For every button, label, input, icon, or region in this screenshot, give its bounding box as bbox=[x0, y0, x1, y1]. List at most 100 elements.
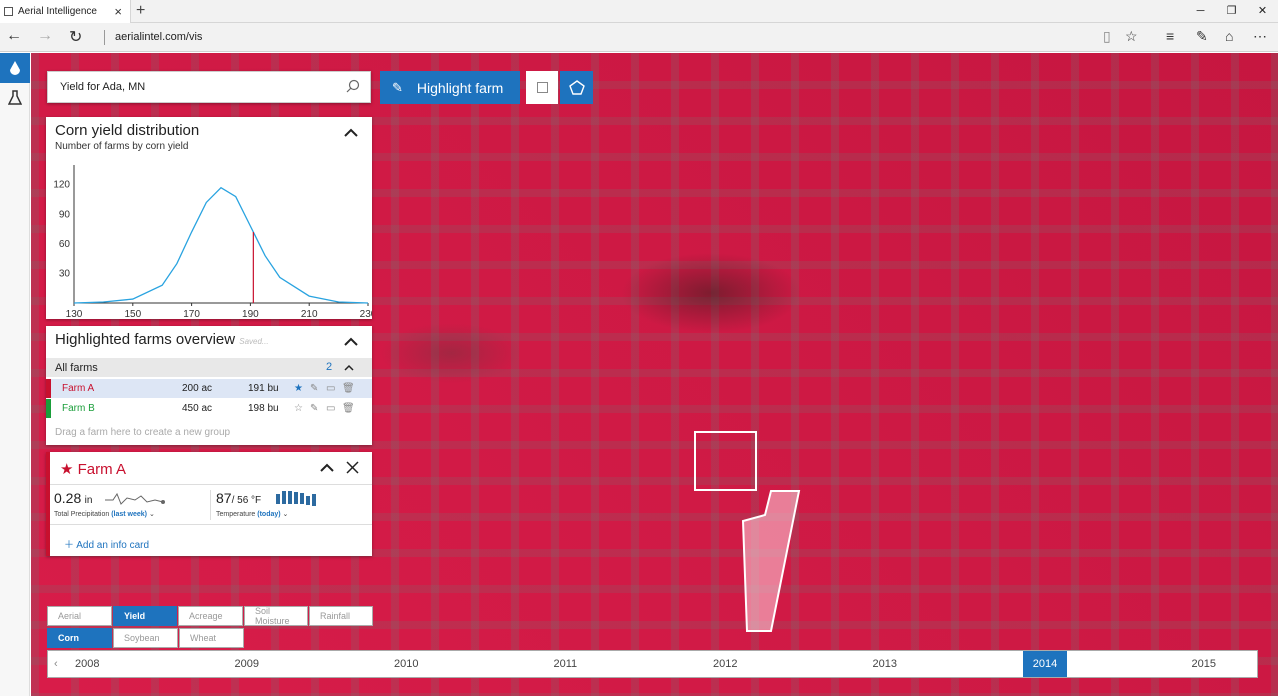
drag-hint[interactable]: Drag a farm here to create a new group bbox=[55, 427, 230, 438]
timeline-prev-icon[interactable]: ‹ bbox=[54, 651, 58, 677]
add-info-card-button[interactable]: ＋ Add an info card bbox=[64, 536, 149, 551]
search-query: Yield for Ada, MN bbox=[60, 81, 146, 93]
year-timeline[interactable]: ‹ 2008 2009 2010 2011 2012 2013 2014 2015 bbox=[47, 650, 1258, 678]
group-header[interactable]: All farms 2 bbox=[46, 358, 372, 377]
x-tick-label: 130 bbox=[66, 309, 83, 319]
y-tick-label: 120 bbox=[53, 180, 70, 191]
layer-yield-button[interactable]: Yield bbox=[113, 606, 177, 626]
left-rail bbox=[0, 53, 30, 696]
yield-chart: 130 150 170 190 210 230 30 60 90 120 bbox=[53, 165, 372, 319]
close-icon[interactable] bbox=[346, 461, 359, 474]
rail-map-button[interactable] bbox=[0, 53, 30, 83]
collapse-chevron-icon[interactable] bbox=[344, 337, 358, 347]
temperature-stat[interactable]: 87/ 56 °F Temperature (today) ⌄ bbox=[216, 490, 288, 518]
year-2015[interactable]: 2015 bbox=[1192, 651, 1216, 677]
year-2011[interactable]: 2011 bbox=[554, 651, 578, 677]
maximize-icon[interactable]: ❐ bbox=[1216, 0, 1247, 23]
address-bar[interactable]: aerialintel.com/vis bbox=[115, 31, 202, 43]
temp-label: Temperature (today) ⌄ bbox=[216, 511, 289, 518]
divider bbox=[50, 524, 372, 525]
layer-rainfall-button[interactable]: Rainfall bbox=[309, 606, 373, 626]
crop-wheat-button[interactable]: Wheat bbox=[179, 628, 244, 648]
search-input[interactable]: Yield for Ada, MN bbox=[47, 71, 371, 103]
rail-lab-button[interactable] bbox=[0, 83, 30, 113]
layer-soil-moisture-button[interactable]: Soil Moisture bbox=[244, 606, 308, 626]
farm-yield: 191 bu bbox=[248, 383, 279, 394]
farm-row[interactable]: Farm A 200 ac 191 bu ★ ✎ ▭ 🗑 bbox=[46, 379, 372, 398]
rename-icon[interactable]: ▭ bbox=[326, 383, 342, 394]
year-2012[interactable]: 2012 bbox=[713, 651, 737, 677]
year-2009[interactable]: 2009 bbox=[235, 651, 259, 677]
precip-value: 0.28 bbox=[54, 490, 82, 506]
farm-acres: 450 ac bbox=[182, 403, 213, 414]
edit-icon[interactable]: ✎ bbox=[310, 383, 326, 394]
group-label: All farms bbox=[55, 362, 98, 374]
browser-tab[interactable]: Aerial Intelligence × bbox=[0, 0, 131, 23]
precipitation-stat[interactable]: 0.28 in Total Precipitation (last week) … bbox=[54, 490, 155, 518]
farm-name: Farm A bbox=[62, 383, 95, 394]
window-controls: ─ ❐ ✕ bbox=[1185, 0, 1278, 23]
x-tick-label: 150 bbox=[124, 309, 141, 319]
farm-a-outline[interactable] bbox=[694, 431, 757, 491]
refresh-icon[interactable]: ↻ bbox=[69, 27, 82, 47]
crop-corn-button[interactable]: Corn bbox=[47, 628, 112, 648]
group-count: 2 bbox=[326, 361, 333, 373]
layer-acreage-button[interactable]: Acreage bbox=[178, 606, 243, 626]
year-2008[interactable]: 2008 bbox=[75, 651, 99, 677]
farm-b-outline[interactable] bbox=[731, 483, 811, 638]
overview-title: Highlighted farms overview Saved... bbox=[55, 331, 269, 348]
x-tick-label: 230 bbox=[360, 309, 372, 319]
farm-row[interactable]: Farm B 450 ac 198 bu ☆ ✎ ▭ 🗑 bbox=[46, 399, 372, 418]
farm-a-card: ★ Farm A 0.28 in Total Precipitation (la… bbox=[46, 452, 372, 556]
forward-icon[interactable]: → bbox=[37, 27, 53, 45]
highlight-farm-button[interactable]: ✎ Highlight farm bbox=[380, 71, 520, 104]
flask-icon bbox=[8, 90, 22, 105]
layer-aerial-button[interactable]: Aerial bbox=[47, 606, 112, 626]
group-chevron-icon[interactable] bbox=[344, 364, 354, 371]
reading-view-icon[interactable]: ▯ bbox=[1103, 28, 1111, 45]
web-note-icon[interactable]: ✎ bbox=[1196, 28, 1208, 45]
collapse-chevron-icon[interactable] bbox=[344, 128, 358, 138]
divider bbox=[104, 30, 105, 45]
farm-card-title: ★ Farm A bbox=[60, 461, 126, 478]
farm-acres: 200 ac bbox=[182, 383, 213, 394]
temperature-bars bbox=[276, 491, 316, 506]
favorite-star-icon[interactable]: ☆ bbox=[1125, 28, 1138, 45]
polygon-tool-button[interactable] bbox=[560, 71, 593, 104]
pencil-icon: ✎ bbox=[392, 79, 403, 95]
year-2014[interactable]: 2014 bbox=[1023, 651, 1067, 677]
title-bar: Aerial Intelligence × + ─ ❐ ✕ bbox=[0, 0, 1278, 23]
search-icon[interactable] bbox=[346, 79, 360, 93]
delete-icon[interactable]: 🗑 bbox=[342, 403, 358, 414]
x-tick-label: 170 bbox=[183, 309, 200, 319]
hub-icon[interactable]: ≡ bbox=[1166, 28, 1174, 44]
star-filled-icon[interactable]: ★ bbox=[294, 383, 310, 394]
temp-high: 87 bbox=[216, 490, 232, 506]
yield-curve bbox=[73, 186, 369, 304]
precip-unit: in bbox=[84, 495, 93, 506]
farm-color-bar bbox=[46, 379, 51, 398]
collapse-chevron-icon[interactable] bbox=[320, 463, 334, 473]
farm-yield: 198 bu bbox=[248, 403, 279, 414]
new-tab-icon[interactable]: + bbox=[136, 2, 145, 20]
highlighted-farms-panel: Highlighted farms overview Saved... All … bbox=[46, 326, 372, 445]
pentagon-icon bbox=[568, 79, 585, 95]
crop-soybean-button[interactable]: Soybean bbox=[113, 628, 178, 648]
delete-icon[interactable]: 🗑 bbox=[342, 383, 358, 394]
rename-icon[interactable]: ▭ bbox=[326, 403, 342, 414]
back-icon[interactable]: ← bbox=[6, 27, 22, 45]
edit-icon[interactable]: ✎ bbox=[310, 403, 326, 414]
minimize-icon[interactable]: ─ bbox=[1185, 0, 1216, 23]
y-tick-label: 30 bbox=[59, 268, 71, 279]
more-icon[interactable]: ⋯ bbox=[1253, 28, 1267, 45]
close-window-icon[interactable]: ✕ bbox=[1247, 0, 1278, 23]
star-outline-icon[interactable]: ☆ bbox=[294, 403, 310, 414]
rectangle-tool-button[interactable] bbox=[526, 71, 558, 104]
year-2013[interactable]: 2013 bbox=[873, 651, 897, 677]
close-tab-icon[interactable]: × bbox=[114, 4, 122, 19]
share-icon[interactable]: ⌂ bbox=[1225, 28, 1233, 44]
chart-title: Corn yield distribution bbox=[55, 122, 200, 139]
divider bbox=[210, 490, 211, 520]
year-2010[interactable]: 2010 bbox=[394, 651, 418, 677]
temp-low: / 56 °F bbox=[231, 495, 262, 506]
